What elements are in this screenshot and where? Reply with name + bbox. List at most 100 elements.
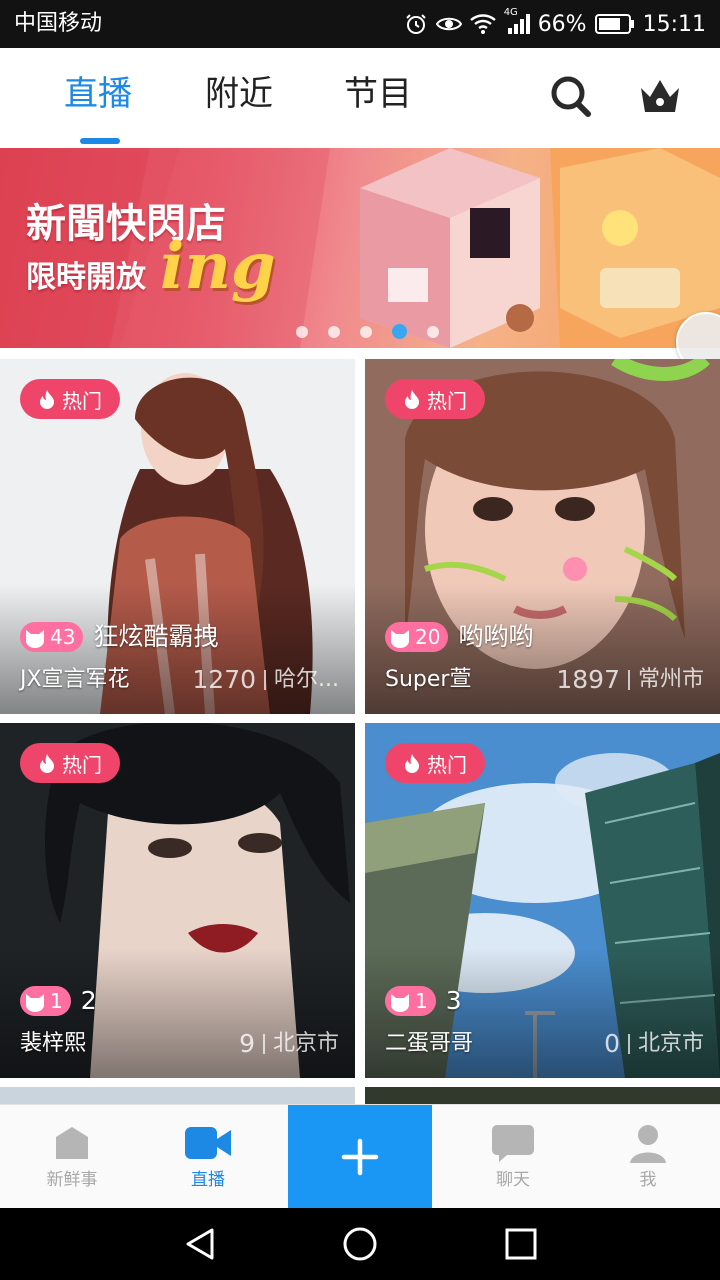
nav-item-chat[interactable]: 聊天 bbox=[441, 1105, 585, 1209]
carousel-dots bbox=[296, 324, 439, 339]
home-circle-icon[interactable] bbox=[341, 1226, 379, 1266]
level-row: 1 2 bbox=[20, 985, 97, 1017]
stream-card[interactable]: 热门 1 2 裴梓熙 9 北京市 bbox=[0, 723, 355, 1078]
location: 哈尔... bbox=[274, 667, 339, 692]
divider bbox=[627, 1034, 630, 1054]
flame-icon bbox=[40, 390, 54, 409]
stream-meta: 1897 常州市 bbox=[556, 665, 704, 695]
stream-meta: 0 北京市 bbox=[604, 1029, 704, 1059]
hot-badge-label: 热门 bbox=[62, 388, 102, 413]
stream-card[interactable]: 热门 1 3 二蛋哥哥 0 北京市 bbox=[365, 723, 720, 1078]
carousel-dot[interactable] bbox=[360, 325, 372, 338]
status-bar: 中国移动 4G 66% 15:11 bbox=[0, 0, 720, 48]
flame-icon bbox=[405, 754, 419, 773]
divider bbox=[627, 670, 630, 690]
tab-programs[interactable]: 节目 bbox=[344, 70, 412, 118]
hot-badge: 热门 bbox=[20, 379, 120, 419]
nav-label-news: 新鲜事 bbox=[46, 1170, 98, 1190]
stream-card[interactable]: 热门 43 狂炫酷霸拽 JX宣言军花 1270 哈尔... bbox=[0, 359, 355, 714]
location: 北京市 bbox=[637, 1031, 704, 1056]
nav-item-live[interactable]: 直播 bbox=[136, 1105, 280, 1209]
plus-icon bbox=[341, 1138, 379, 1176]
streamer-name: 二蛋哥哥 bbox=[385, 1031, 474, 1056]
stream-card-partial[interactable] bbox=[365, 1087, 720, 1104]
carousel-dot[interactable] bbox=[328, 325, 340, 338]
chat-bubble-icon bbox=[492, 1125, 534, 1162]
flame-icon bbox=[405, 390, 419, 409]
hot-badge-label: 热门 bbox=[62, 752, 102, 777]
banner-illustration bbox=[0, 148, 720, 348]
status-icons: 4G 66% 15:11 bbox=[404, 7, 706, 40]
banner-highlight: ing bbox=[160, 229, 276, 304]
level-badge: 43 bbox=[20, 622, 84, 652]
tab-live[interactable]: 直播 bbox=[64, 70, 132, 118]
level-number: 43 bbox=[50, 625, 76, 649]
crown-icon[interactable] bbox=[638, 74, 682, 122]
eye-icon bbox=[435, 12, 462, 36]
hot-badge: 热门 bbox=[385, 743, 485, 783]
level-row: 1 3 bbox=[385, 985, 462, 1017]
level-number: 1 bbox=[415, 989, 428, 1013]
level-number: 20 bbox=[415, 625, 441, 649]
hot-badge: 热门 bbox=[385, 379, 485, 419]
stream-meta: 1270 哈尔... bbox=[192, 665, 339, 695]
person-icon bbox=[630, 1125, 666, 1163]
create-live-button[interactable] bbox=[288, 1105, 432, 1209]
search-icon[interactable] bbox=[550, 74, 592, 122]
clock: 15:11 bbox=[642, 11, 706, 37]
nav-label-live: 直播 bbox=[191, 1170, 225, 1190]
nav-label-chat: 聊天 bbox=[496, 1170, 530, 1190]
carousel-dot[interactable] bbox=[427, 325, 439, 338]
cat-face-icon bbox=[26, 630, 44, 648]
signal-icon: 4G bbox=[504, 7, 530, 35]
recents-icon[interactable] bbox=[503, 1226, 539, 1266]
stream-title: 哟哟哟 bbox=[458, 622, 534, 651]
alarm-icon bbox=[404, 12, 428, 36]
streamer-name: 裴梓熙 bbox=[20, 1031, 87, 1056]
carrier-name: 中国移动 bbox=[14, 11, 103, 36]
battery-icon bbox=[594, 13, 635, 35]
carousel-dot[interactable] bbox=[296, 325, 308, 338]
banner-subtitle: 限時開放 bbox=[26, 260, 146, 295]
viewer-count: 9 bbox=[239, 1029, 255, 1058]
streamer-name: Super萱 bbox=[385, 667, 472, 692]
viewer-count: 1270 bbox=[192, 665, 257, 694]
nav-item-me[interactable]: 我 bbox=[576, 1105, 720, 1209]
nav-item-news[interactable]: 新鲜事 bbox=[0, 1105, 144, 1209]
stream-card[interactable]: 热门 20 哟哟哟 Super萱 1897 常州市 bbox=[365, 359, 720, 714]
battery-percent: 66% bbox=[537, 11, 587, 37]
network-type: 4G bbox=[503, 7, 518, 18]
stream-title: 狂炫酷霸拽 bbox=[93, 622, 219, 651]
location: 常州市 bbox=[637, 667, 704, 692]
divider bbox=[264, 670, 267, 690]
stream-title: 2 bbox=[80, 986, 97, 1015]
tab-nearby[interactable]: 附近 bbox=[205, 70, 273, 118]
stream-title: 3 bbox=[445, 986, 462, 1015]
back-icon[interactable] bbox=[182, 1226, 218, 1266]
active-tab-indicator bbox=[80, 138, 120, 144]
hot-badge-label: 热门 bbox=[427, 752, 467, 777]
top-navigation: 直播 附近 节目 bbox=[0, 48, 720, 148]
cat-face-icon bbox=[391, 994, 409, 1012]
bottom-navigation: 新鲜事 直播 聊天 我 bbox=[0, 1104, 720, 1209]
viewer-count: 1897 bbox=[556, 665, 620, 694]
wifi-icon bbox=[469, 13, 496, 35]
nav-label-me: 我 bbox=[639, 1170, 657, 1190]
divider bbox=[262, 1034, 265, 1054]
carousel-dot-active[interactable] bbox=[392, 324, 407, 339]
promo-banner[interactable]: 新聞快閃店 限時開放 ing bbox=[0, 148, 720, 348]
level-badge: 1 bbox=[20, 986, 71, 1016]
level-row: 20 哟哟哟 bbox=[385, 621, 533, 653]
viewer-count: 0 bbox=[604, 1029, 620, 1058]
stream-card-partial[interactable] bbox=[0, 1087, 355, 1104]
level-row: 43 狂炫酷霸拽 bbox=[20, 621, 218, 653]
level-badge: 1 bbox=[385, 986, 436, 1016]
cat-face-icon bbox=[26, 994, 44, 1012]
level-number: 1 bbox=[50, 989, 63, 1013]
video-camera-icon bbox=[185, 1127, 231, 1159]
level-badge: 20 bbox=[385, 622, 449, 652]
location: 北京市 bbox=[272, 1031, 339, 1056]
streamer-name: JX宣言军花 bbox=[20, 667, 130, 692]
hot-badge-label: 热门 bbox=[427, 388, 467, 413]
flame-icon bbox=[40, 754, 54, 773]
